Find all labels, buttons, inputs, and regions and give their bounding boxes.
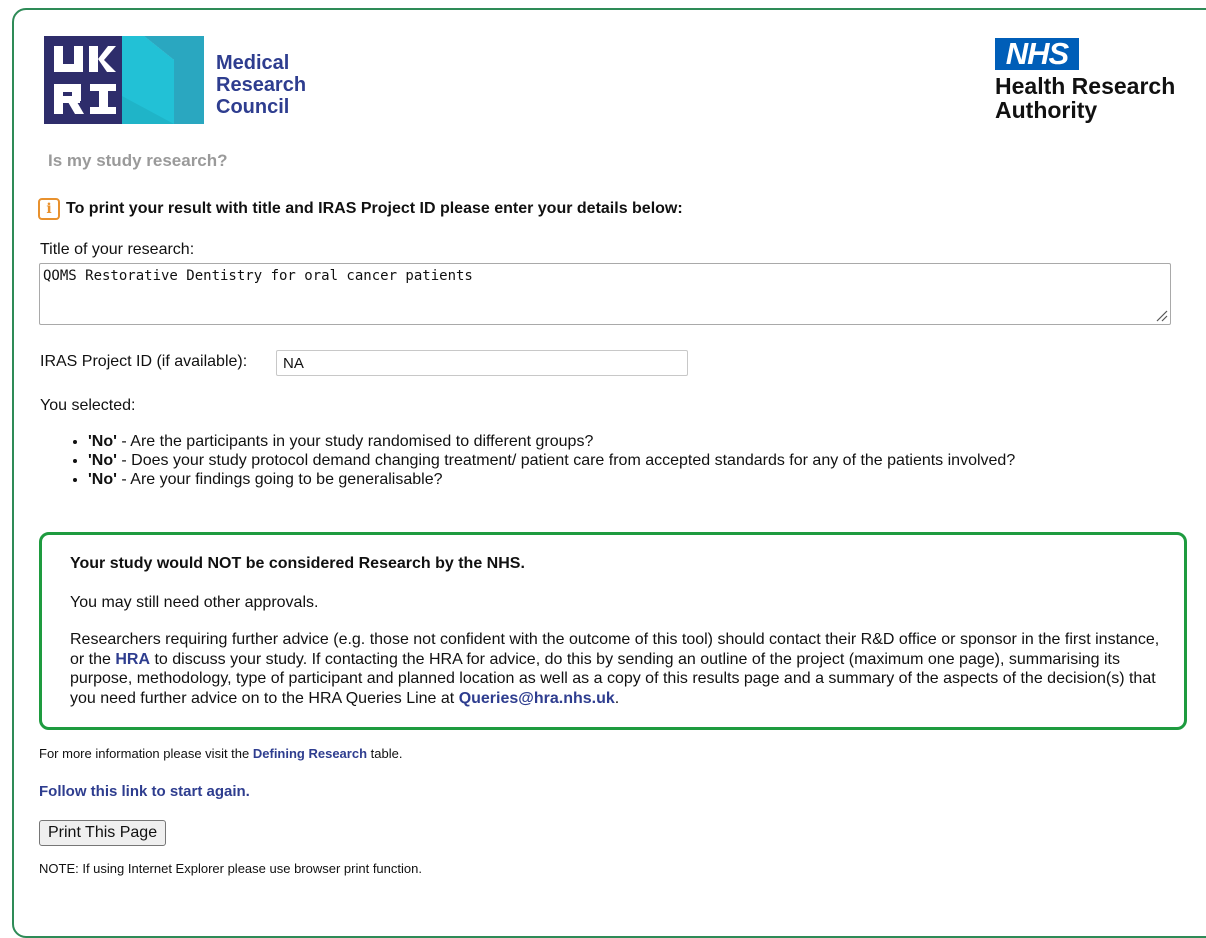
list-item: 'No' - Are your findings going to be gen… bbox=[88, 470, 1088, 489]
info-instruction-text: To print your result with title and IRAS… bbox=[66, 200, 683, 217]
more-info-prefix: For more information please visit the bbox=[39, 746, 253, 761]
hra-link[interactable]: HRA bbox=[115, 651, 150, 668]
print-button[interactable]: Print This Page bbox=[39, 820, 167, 846]
advice-end: . bbox=[614, 689, 620, 707]
list-item: 'No' - Are the participants in your stud… bbox=[88, 432, 1088, 451]
question-text: - Are your findings going to be generali… bbox=[116, 471, 443, 488]
start-again-link[interactable]: Follow this link to start again. bbox=[39, 783, 250, 800]
defining-research-link[interactable]: Defining Research bbox=[253, 746, 367, 761]
list-item: 'No' - Does your study protocol demand c… bbox=[88, 451, 1088, 470]
mrc-line-2: Research bbox=[216, 74, 307, 96]
mrc-line-1: Medical bbox=[216, 52, 290, 74]
result-approvals-text: You may still need other approvals. bbox=[70, 594, 319, 611]
hra-wordmark: Health Research Authority bbox=[995, 74, 1175, 122]
ukri-logo bbox=[44, 36, 204, 124]
result-heading: Your study would NOT be considered Resea… bbox=[70, 555, 525, 572]
answer-label: 'No' bbox=[88, 452, 117, 469]
nhs-logo: NHS bbox=[995, 38, 1079, 70]
question-text: - Does your study protocol demand changi… bbox=[116, 452, 1016, 469]
hra-line-2: Authority bbox=[995, 97, 1098, 123]
queries-email-link[interactable]: Queries@hra.nhs.uk bbox=[459, 690, 615, 707]
research-title-textarea[interactable]: QOMS Restorative Dentistry for oral canc… bbox=[39, 263, 1171, 325]
info-icon: i bbox=[38, 198, 60, 220]
browser-note: NOTE: If using Internet Explorer please … bbox=[39, 861, 422, 876]
iras-label: IRAS Project ID (if available): bbox=[40, 353, 248, 370]
mrc-wordmark: Medical Research Council bbox=[216, 52, 306, 118]
more-info-suffix: table. bbox=[367, 746, 403, 761]
question-text: - Are the participants in your study ran… bbox=[116, 433, 594, 450]
page-subtitle: Is my study research? bbox=[48, 151, 228, 170]
info-instruction: i To print your result with title and IR… bbox=[38, 198, 683, 220]
answer-label: 'No' bbox=[88, 433, 117, 450]
iras-id-input[interactable] bbox=[276, 350, 688, 376]
selected-label: You selected: bbox=[40, 397, 136, 414]
answer-label: 'No' bbox=[88, 471, 117, 488]
result-panel: Your study would NOT be considered Resea… bbox=[39, 532, 1187, 730]
resize-handle-icon[interactable] bbox=[1154, 308, 1168, 322]
title-label: Title of your research: bbox=[40, 241, 195, 258]
more-info-text: For more information please visit the De… bbox=[39, 746, 402, 761]
hra-line-1: Health Research bbox=[995, 73, 1176, 99]
selections-list: 'No' - Are the participants in your stud… bbox=[68, 432, 1088, 489]
result-advice-text: Researchers requiring further advice (e.… bbox=[70, 630, 1166, 708]
mrc-line-3: Council bbox=[216, 96, 290, 118]
